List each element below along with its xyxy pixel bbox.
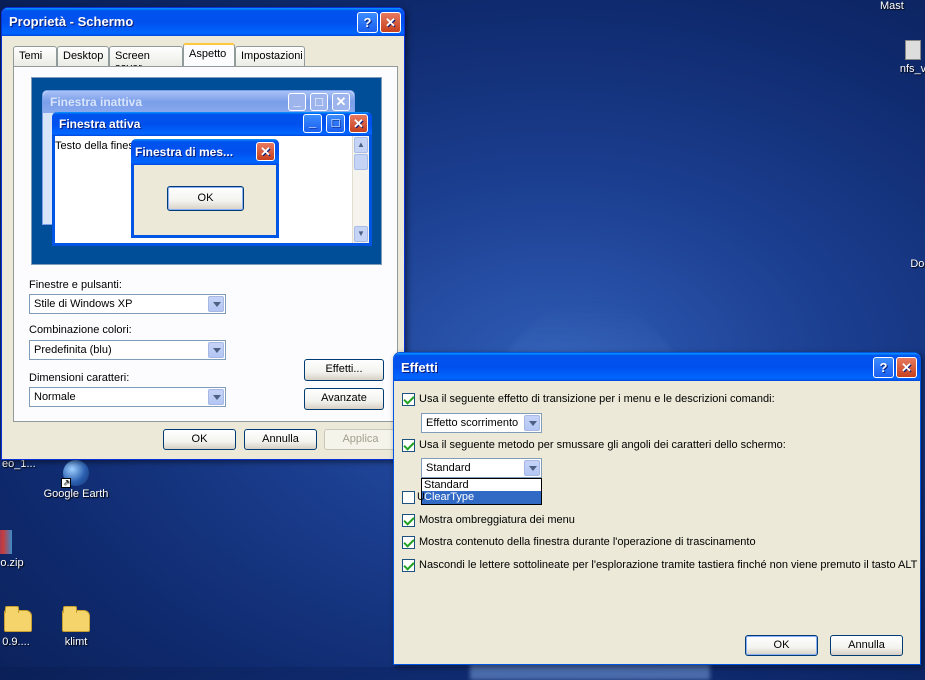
close-button[interactable]: ✕ [380, 12, 401, 33]
windows-buttons-select[interactable]: Stile di Windows XP [29, 294, 226, 314]
dropdown-option-standard[interactable]: Standard [422, 479, 541, 491]
zip-archive-icon [0, 530, 12, 554]
chevron-down-icon[interactable] [524, 460, 540, 476]
apply-button[interactable]: Applica [324, 429, 397, 450]
desktop-icon-nfs[interactable]: nfs_v [888, 40, 925, 75]
window-title: Proprietà - Schermo [9, 14, 134, 29]
preview-scrollbar: ▲ ▼ [352, 136, 369, 243]
font-smoothing-select[interactable]: Standard [421, 458, 542, 478]
tab-screen-saver[interactable]: Screen saver [109, 46, 183, 74]
hide-underline-label: Nascondi le lettere sottolineate per l'e… [419, 559, 918, 571]
help-button[interactable]: ? [357, 12, 378, 33]
google-earth-icon: ↗ [61, 460, 89, 488]
effects-ok-button[interactable]: OK [745, 635, 818, 656]
chevron-down-icon[interactable] [208, 342, 224, 358]
tab-impostazioni[interactable]: Impostazioni [235, 46, 305, 66]
windows-buttons-label: Finestre e pulsanti: [29, 279, 122, 291]
font-size-select[interactable]: Normale [29, 387, 226, 407]
tab-temi[interactable]: Temi [13, 46, 57, 66]
display-properties-window: Proprietà - Schermo ? ✕ Temi Desktop Scr… [1, 7, 405, 460]
effects-window: Effetti ? ✕ Usa il seguente effetto di t… [393, 352, 921, 665]
large-icons-label: U [417, 491, 425, 503]
shortcut-arrow-icon: ↗ [61, 478, 71, 488]
preview-inactive-titlebar: Finestra inattiva _ □ ✕ [43, 91, 354, 113]
help-button[interactable]: ? [873, 357, 894, 378]
tab-panel: Finestra inattiva _ □ ✕ Finestra attiva … [13, 66, 398, 422]
close-icon: ✕ [332, 93, 350, 111]
drag-content-checkbox[interactable] [402, 536, 415, 549]
menu-shadow-checkbox[interactable] [402, 514, 415, 527]
scroll-down-arrow-icon: ▼ [354, 226, 368, 242]
font-size-label: Dimensioni caratteri: [29, 372, 130, 384]
preview-window-text: Testo della finestra [55, 140, 133, 152]
preview-active-titlebar: Finestra attiva _ □ ✕ [52, 112, 372, 136]
desktop-icon-documents[interactable]: N Docu [896, 234, 925, 270]
transition-effect-checkbox[interactable] [402, 393, 415, 406]
minimize-icon: _ [303, 114, 322, 133]
scroll-up-arrow-icon: ▲ [354, 137, 368, 153]
desktop-icon-klimt[interactable]: klimt [36, 606, 116, 648]
desktop-icon-google-earth[interactable]: ↗ Google Earth [36, 458, 116, 500]
desktop-icon-mast[interactable]: Mast [880, 0, 925, 12]
preview-message-box: Finestra di mes... ✕ OK [131, 139, 279, 238]
desktop-icon-zip[interactable]: o.zip [0, 530, 32, 569]
folder-icon [62, 606, 90, 632]
maximize-icon: □ [326, 114, 345, 133]
effects-titlebar[interactable]: Effetti ? ✕ [394, 353, 920, 381]
effects-cancel-button[interactable]: Annulla [830, 635, 903, 656]
effects-button[interactable]: Effetti... [304, 359, 384, 381]
transition-effect-label: Usa il seguente effetto di transizione p… [419, 393, 775, 405]
hide-underline-checkbox[interactable] [402, 559, 415, 572]
color-scheme-select[interactable]: Predefinita (blu) [29, 340, 226, 360]
tab-desktop[interactable]: Desktop [57, 46, 109, 66]
minimize-icon: _ [288, 93, 306, 111]
file-icon [905, 40, 921, 60]
drag-content-label: Mostra contenuto della finestra durante … [419, 536, 756, 548]
effects-title: Effetti [401, 360, 438, 375]
transition-effect-select[interactable]: Effetto scorrimento [421, 413, 542, 433]
tab-aspetto[interactable]: Aspetto [183, 43, 235, 66]
font-smoothing-label: Usa il seguente metodo per smussare gli … [419, 439, 786, 451]
font-smoothing-checkbox[interactable] [402, 439, 415, 452]
ok-button[interactable]: OK [163, 429, 236, 450]
scroll-thumb [354, 154, 368, 170]
dropdown-option-cleartype[interactable]: ClearType [422, 491, 541, 504]
large-icons-checkbox[interactable] [402, 491, 415, 504]
menu-shadow-label: Mostra ombreggiatura dei menu [419, 514, 575, 526]
close-icon: ✕ [256, 142, 275, 161]
color-scheme-label: Combinazione colori: [29, 324, 132, 336]
preview-message-titlebar: Finestra di mes... ✕ [131, 139, 279, 165]
folder-icon [4, 606, 32, 632]
preview-ok-button: OK [167, 186, 244, 211]
close-icon: ✕ [349, 114, 368, 133]
cancel-button[interactable]: Annulla [244, 429, 317, 450]
chevron-down-icon[interactable] [208, 296, 224, 312]
appearance-preview: Finestra inattiva _ □ ✕ Finestra attiva … [31, 77, 382, 265]
display-properties-titlebar[interactable]: Proprietà - Schermo ? ✕ [2, 8, 404, 36]
chevron-down-icon[interactable] [524, 415, 540, 431]
advanced-button[interactable]: Avanzate [304, 388, 384, 410]
close-button[interactable]: ✕ [896, 357, 917, 378]
tab-strip: Temi Desktop Screen saver Aspetto Impost… [13, 43, 398, 74]
font-smoothing-dropdown-list: Standard ClearType [421, 478, 542, 505]
maximize-icon: □ [310, 93, 328, 111]
chevron-down-icon[interactable] [208, 389, 224, 405]
